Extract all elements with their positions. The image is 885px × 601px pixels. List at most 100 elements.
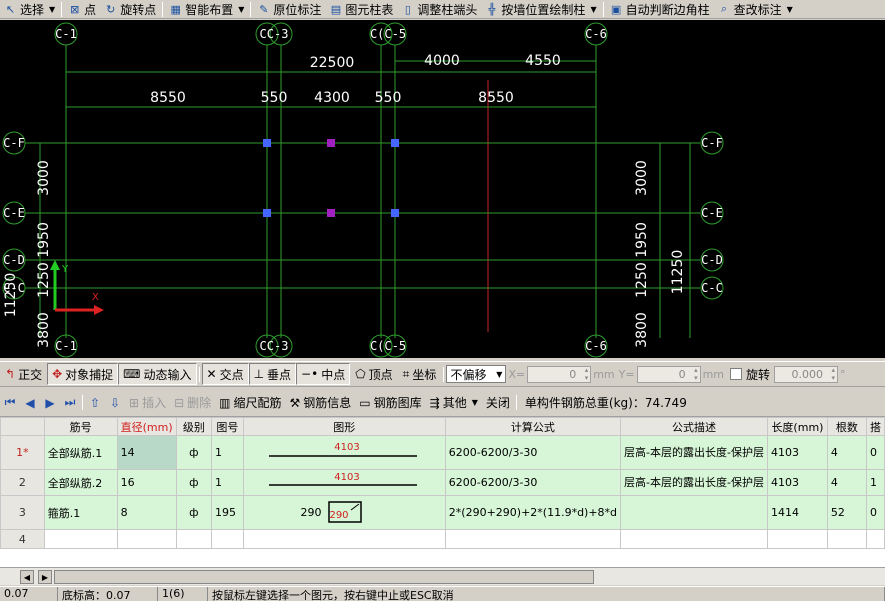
midpoint-toggle[interactable]: −• 中点: [296, 363, 351, 385]
cell-shape[interactable]: 290 290: [242, 495, 446, 530]
first-record-icon[interactable]: ⏮: [0, 393, 20, 413]
cell-grade[interactable]: ф: [175, 469, 213, 496]
adjust-column-end-button[interactable]: ▯ 调整柱端头: [397, 0, 481, 18]
cell-count[interactable]: [826, 529, 867, 549]
cell-count[interactable]: 4: [826, 435, 867, 470]
col-header[interactable]: 根数: [826, 417, 867, 436]
column-table-button[interactable]: ▤ 图元柱表: [325, 0, 397, 18]
cell-description[interactable]: 层高-本层的露出长度-保护层: [620, 435, 768, 470]
next-record-icon[interactable]: ▶: [40, 393, 60, 413]
cell-length[interactable]: 4103: [767, 469, 828, 496]
cell-length[interactable]: 4103: [767, 435, 828, 470]
cell-grade[interactable]: [175, 529, 213, 549]
row-number[interactable]: 3: [0, 495, 45, 530]
cell-diameter[interactable]: 8: [116, 495, 177, 530]
cell-figure-no[interactable]: [211, 529, 244, 549]
row-number[interactable]: 4: [0, 529, 45, 549]
cell-grade[interactable]: ф: [175, 435, 213, 470]
insert-button[interactable]: ⊞ 插入: [125, 393, 170, 413]
check-label-button[interactable]: ⌕ 查改标注 ▼: [714, 0, 797, 18]
auto-corner-button[interactable]: ▣ 自动判断边角柱: [606, 0, 714, 18]
cad-canvas[interactable]: C-1 CC-3 C(C-5 C-6 C-1 CC-3 C(C-5 C-6 C-…: [0, 20, 885, 358]
col-header[interactable]: 图形: [242, 417, 446, 436]
col-header[interactable]: 搭: [865, 417, 885, 436]
cell-description[interactable]: [620, 529, 768, 549]
cell-lap[interactable]: [865, 529, 885, 549]
col-header[interactable]: 计算公式: [444, 417, 622, 436]
in-place-label-button[interactable]: ✎ 原位标注: [253, 0, 325, 18]
horizontal-scrollbar[interactable]: ◀ ▶: [0, 567, 885, 585]
cell-description[interactable]: 层高-本层的露出长度-保护层: [620, 469, 768, 496]
table-row[interactable]: 2 全部纵筋.2 16 ф 1 4103 6200-6200/3-30 层高-本…: [0, 469, 885, 496]
close-button[interactable]: 关闭: [482, 393, 514, 413]
scale-rebar-button[interactable]: ▥ 缩尺配筋: [215, 393, 285, 413]
col-header[interactable]: 直径(mm): [116, 417, 177, 436]
cell-shape[interactable]: 4103: [242, 435, 446, 470]
other-button[interactable]: ⇶ 其他 ▼: [426, 393, 482, 413]
col-header[interactable]: 图号: [211, 417, 244, 436]
cell-figure-no[interactable]: 1: [211, 435, 244, 470]
delete-button[interactable]: ⊟ 删除: [170, 393, 215, 413]
draw-by-wall-button[interactable]: ╬ 按墙位置绘制柱 ▼: [481, 0, 600, 18]
cell-diameter[interactable]: [116, 529, 177, 549]
cell-length[interactable]: [767, 529, 828, 549]
object-snap-toggle[interactable]: ✥ 对象捕捉: [47, 363, 119, 385]
dynamic-input-toggle[interactable]: ⌨ 动态输入: [118, 363, 197, 385]
cell-shape[interactable]: 4103: [242, 469, 446, 496]
rotate-checkbox[interactable]: [730, 368, 743, 380]
move-down-icon[interactable]: ⇩: [105, 393, 125, 413]
y-input[interactable]: 0: [636, 365, 701, 383]
cell-figure-no[interactable]: 1: [211, 469, 244, 496]
cell-count[interactable]: 4: [826, 469, 867, 496]
coordinate-toggle[interactable]: ⌗ 坐标: [398, 363, 442, 385]
move-up-icon[interactable]: ⇧: [85, 393, 105, 413]
table-row[interactable]: 4: [0, 529, 885, 549]
cell-name[interactable]: [43, 529, 118, 549]
ortho-toggle[interactable]: ↰ 正交: [0, 363, 47, 385]
cell-lap[interactable]: 1: [865, 469, 885, 496]
table-row[interactable]: 3 箍筋.1 8 ф 195 290 290 2*(290+290)+2*(11…: [0, 495, 885, 530]
cell-lap[interactable]: 0: [865, 495, 885, 530]
cell-formula[interactable]: 6200-6200/3-30: [444, 469, 622, 496]
table-row[interactable]: 1* 全部纵筋.1 14 ф 1 4103 6200-6200/3-30 层高-…: [0, 435, 885, 470]
rotate-point-button[interactable]: ↻ 旋转点: [100, 0, 160, 18]
cell-diameter[interactable]: 16: [116, 469, 177, 496]
row-number[interactable]: 2: [0, 469, 45, 496]
select-button[interactable]: ↖ 选择 ▼: [0, 0, 59, 18]
cell-figure-no[interactable]: 195: [211, 495, 244, 530]
cell-name[interactable]: 箍筋.1: [43, 495, 118, 530]
col-header[interactable]: 长度(mm): [767, 417, 828, 436]
col-header[interactable]: 公式描述: [620, 417, 768, 436]
intersection-toggle[interactable]: ✕ 交点: [201, 363, 249, 385]
cell-name[interactable]: 全部纵筋.1: [43, 435, 118, 470]
point-button[interactable]: ⊠ 点: [64, 0, 100, 18]
rotate-input[interactable]: 0.000: [774, 365, 839, 383]
col-header[interactable]: 级别: [175, 417, 213, 436]
last-record-icon[interactable]: ⏭: [60, 393, 80, 413]
cell-count[interactable]: 52: [826, 495, 867, 530]
offset-mode-select[interactable]: 不偏移 ▼: [446, 365, 507, 383]
previous-record-icon[interactable]: ◀: [20, 393, 40, 413]
perpendicular-toggle[interactable]: ⊥ 垂点: [248, 363, 297, 385]
column-markers[interactable]: [263, 139, 399, 217]
scroll-right-icon[interactable]: ▶: [38, 570, 52, 584]
smart-layout-button[interactable]: ▦ 智能布置 ▼: [165, 0, 248, 18]
cell-name[interactable]: 全部纵筋.2: [43, 469, 118, 496]
cell-diameter[interactable]: 14: [116, 435, 177, 470]
cell-description[interactable]: [620, 495, 768, 530]
cell-formula[interactable]: 2*(290+290)+2*(11.9*d)+8*d: [444, 495, 622, 530]
rebar-info-button[interactable]: ⚒ 钢筋信息: [286, 393, 356, 413]
cell-lap[interactable]: 0: [865, 435, 885, 470]
cell-formula[interactable]: 6200-6200/3-30: [444, 435, 622, 470]
x-input[interactable]: 0: [527, 365, 592, 383]
vertex-toggle[interactable]: ⬠ 顶点: [350, 363, 397, 385]
cell-formula[interactable]: [444, 529, 622, 549]
col-header[interactable]: 筋号: [43, 417, 118, 436]
cell-length[interactable]: 1414: [767, 495, 828, 530]
cell-shape[interactable]: [242, 529, 446, 549]
rebar-library-button[interactable]: ▭ 钢筋图库: [355, 393, 425, 413]
row-number[interactable]: 1*: [0, 435, 45, 470]
scroll-thumb[interactable]: [54, 570, 594, 584]
cell-grade[interactable]: ф: [175, 495, 213, 530]
scroll-left-icon[interactable]: ◀: [20, 570, 34, 584]
